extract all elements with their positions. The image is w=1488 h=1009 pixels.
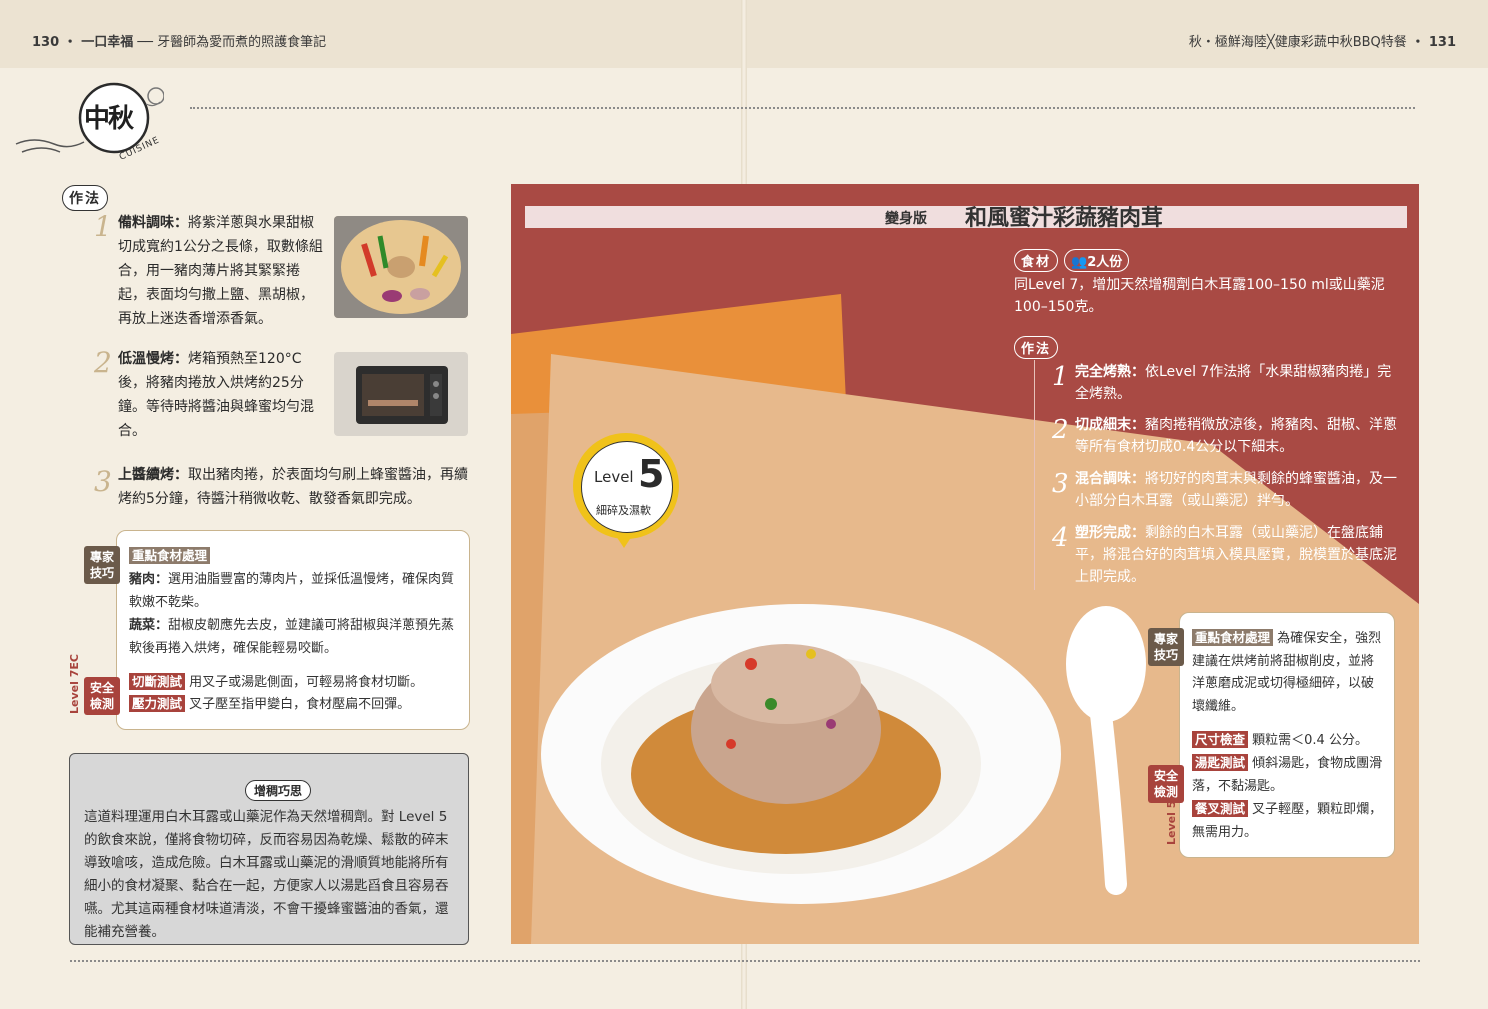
step-title: 低溫慢烤： xyxy=(118,351,188,367)
right-step-3: 混合調味：將切好的肉茸末與剩餘的蜂蜜醬油，及一小部分白木耳露（或山藥泥）拌勻。 xyxy=(1075,468,1400,512)
ingredients-text: 同Level 7，增加天然增稠劑白木耳露100–150 ml或山藥泥100–15… xyxy=(1014,277,1385,315)
right-header: 秋・極鮮海陸╳健康彩蔬中秋BBQ特餐 ・ 131 xyxy=(1188,35,1456,50)
veg-label: 蔬菜： xyxy=(129,618,169,633)
tip-pork: 豬肉：選用油脂豐富的薄肉片，並採低溫慢烤，確保肉質軟嫩不乾柴。 xyxy=(129,569,464,614)
right-step-title: 塑形完成： xyxy=(1075,525,1145,541)
right-test3-label: 餐叉測試 xyxy=(1192,800,1249,817)
step-2: 低溫慢烤：烤箱預熱至120°C後，將豬肉捲放入烘烤約25分鐘。等待時將醬油與蜂蜜… xyxy=(118,347,326,443)
variant-title-bar: 變身版 和風蜜汁彩蔬豬肉茸 xyxy=(525,205,1407,231)
thickener-text: 這道料理運用白木耳露或山藥泥作為天然增稠劑。對 Level 5 的飲食來說，僅將… xyxy=(84,809,449,940)
step-3: 上醬續烤：取出豬肉捲，於表面均勻刷上蜂蜜醬油，再續烤約5分鐘，待醬汁稍微收乾、散… xyxy=(118,463,470,511)
step-title: 備料調味： xyxy=(118,215,188,231)
mid-autumn-logo: 中秋 CUISINE xyxy=(14,78,165,168)
oven-photo xyxy=(334,352,468,436)
safety-tag: 安全檢測 xyxy=(84,677,120,715)
left-header: 130 ・ 一口幸福 ── 牙醫師為愛而煮的照護食筆記 xyxy=(32,35,327,50)
right-tip-heading: 重點食材處理 xyxy=(1192,629,1274,646)
right-step-number: 2 xyxy=(1052,415,1069,445)
tip-test1: 切斷測試 用叉子或湯匙側面，可輕易將食材切斷。 xyxy=(129,671,464,695)
level-vertical-label: Level 7EC xyxy=(68,654,81,714)
right-level-vertical-label: Level 5 xyxy=(1165,800,1178,845)
step-title: 上醬續烤： xyxy=(118,467,188,483)
right-test1-text: 顆粒需＜0.4 公分。 xyxy=(1252,733,1368,748)
pork-text: 選用油脂豐富的薄肉片，並採低溫慢烤，確保肉質軟嫩不乾柴。 xyxy=(129,572,455,610)
right-step-title: 切成細末： xyxy=(1075,417,1145,433)
ingredients-platter-photo xyxy=(334,216,468,318)
step-number: 2 xyxy=(94,346,112,379)
left-book-subtitle: 牙醫師為愛而煮的照護食筆記 xyxy=(157,35,327,50)
thickener-title: 增稠巧思 xyxy=(245,780,312,801)
test2-text: 叉子壓至指甲變白，食材壓扁不回彈。 xyxy=(189,697,411,712)
expert-tag: 專家技巧 xyxy=(84,546,120,584)
right-method-badge: 作法 xyxy=(1014,336,1059,359)
right-step-4: 塑形完成：剩餘的白木耳露（或山藥泥）在盤底鋪平，將混合好的肉茸填入模具壓實，脫模… xyxy=(1075,522,1400,588)
right-step-title: 混合調味： xyxy=(1075,471,1145,487)
right-tip-test3: 餐叉測試 叉子輕壓，顆粒即爛，無需用力。 xyxy=(1192,798,1384,844)
right-page-number: 131 xyxy=(1428,35,1456,50)
right-tip-test2: 湯匙測試 傾斜湯匙，食物成團滑落，不黏湯匙。 xyxy=(1192,752,1384,798)
level-badge-pointer xyxy=(616,536,632,548)
logo-text: 中秋 xyxy=(84,104,134,134)
servings-text: 2人份 xyxy=(1087,255,1123,270)
right-step-1: 完全烤熟：依Level 7作法將「水果甜椒豬肉捲」完全烤熟。 xyxy=(1075,361,1400,405)
right-chapter-title: 秋・極鮮海陸╳健康彩蔬中秋BBQ特餐 xyxy=(1188,35,1407,50)
platter-image xyxy=(334,216,468,318)
servings-badge: 👥2人份 xyxy=(1064,249,1130,272)
step-text: 將紫洋蔥與水果甜椒切成寬約1公分之長條，取數條組合，用一豬肉薄片將其緊緊捲起，表… xyxy=(118,215,323,327)
level-badge: Level 5 細碎及濕軟 xyxy=(573,433,679,539)
step-number: 1 xyxy=(94,210,112,243)
tip-veg: 蔬菜：甜椒皮韌應先去皮，並建議可將甜椒與洋蔥預先蒸軟後再捲入烘烤，確保能輕易咬斷… xyxy=(129,615,464,660)
veg-text: 甜椒皮韌應先去皮，並建議可將甜椒與洋蔥預先蒸軟後再捲入烘烤，確保能輕易咬斷。 xyxy=(129,618,455,656)
right-expert-tag: 專家技巧 xyxy=(1148,628,1184,666)
left-book-title: 一口幸福 xyxy=(81,35,134,50)
people-icon: 👥 xyxy=(1071,255,1088,270)
right-step-2: 切成細末：豬肉捲稍微放涼後，將豬肉、甜椒、洋蔥等所有食材切成0.4公分以下細末。 xyxy=(1075,414,1400,458)
tip-test2: 壓力測試 叉子壓至指甲變白，食材壓扁不回彈。 xyxy=(129,693,464,717)
variant-label: 變身版 xyxy=(885,211,927,227)
oven-image xyxy=(334,352,468,436)
tip-heading: 重點食材處理 xyxy=(129,547,211,564)
method-vertical-rule xyxy=(1034,360,1035,590)
right-expert-tip-box: 重點食材處理 為確保安全，強烈建議在烘烤前將甜椒削皮，並將洋蔥磨成泥或切得極細碎… xyxy=(1179,612,1395,858)
level-badge-inner: Level 5 細碎及濕軟 xyxy=(581,441,673,533)
test1-text: 用叉子或湯匙側面，可輕易將食材切斷。 xyxy=(189,675,424,690)
right-step-number: 4 xyxy=(1052,523,1069,553)
pork-label: 豬肉： xyxy=(129,572,169,587)
tip-heading-line: 重點食材處理 xyxy=(129,545,464,569)
thickener-box: 增稠巧思 這道料理運用白木耳露或山藥泥作為天然增稠劑。對 Level 5 的飲食… xyxy=(69,753,469,945)
right-safety-tag: 安全檢測 xyxy=(1148,765,1184,803)
method-badge: 作法 xyxy=(62,185,108,211)
top-dotted-rule xyxy=(190,107,1415,109)
right-test2-label: 湯匙測試 xyxy=(1192,754,1249,771)
ingredients-badge: 食材 xyxy=(1014,249,1059,272)
left-page-number: 130 xyxy=(32,35,60,50)
right-step-number: 1 xyxy=(1052,362,1069,392)
right-tip-test1: 尺寸檢查 顆粒需＜0.4 公分。 xyxy=(1192,729,1384,753)
right-test1-label: 尺寸檢查 xyxy=(1192,731,1249,748)
bottom-dotted-rule xyxy=(70,960,1420,962)
level-word: Level xyxy=(594,468,634,486)
level-number: 5 xyxy=(638,452,665,496)
right-step-number: 3 xyxy=(1052,469,1069,499)
step-1: 備料調味：將紫洋蔥與水果甜椒切成寬約1公分之長條，取數條組合，用一豬肉薄片將其緊… xyxy=(118,211,326,331)
dish-title: 和風蜜汁彩蔬豬肉茸 xyxy=(965,205,1164,231)
level-description: 細碎及濕軟 xyxy=(596,504,651,517)
expert-tip-box: 重點食材處理 豬肉：選用油脂豐富的薄肉片，並採低溫慢烤，確保肉質軟嫩不乾柴。 蔬… xyxy=(116,530,470,730)
test1-label: 切斷測試 xyxy=(129,673,186,690)
right-tip-heading-block: 重點食材處理 為確保安全，強烈建議在烘烤前將甜椒削皮，並將洋蔥磨成泥或切得極細碎… xyxy=(1192,627,1384,718)
right-step-title: 完全烤熟： xyxy=(1075,364,1145,380)
step-number: 3 xyxy=(94,465,112,498)
test2-label: 壓力測試 xyxy=(129,695,186,712)
